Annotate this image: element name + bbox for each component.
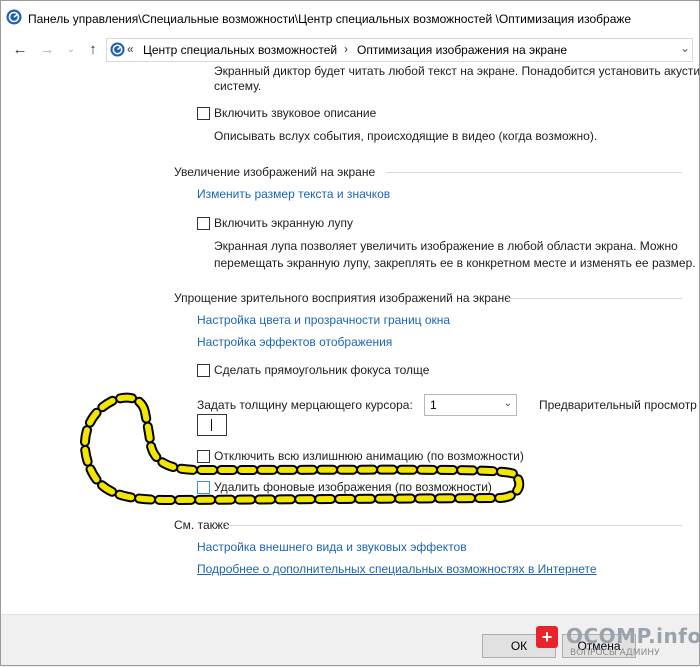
audio-description-label[interactable]: Включить звуковое описание	[214, 106, 376, 120]
breadcrumb-ease-of-access-center[interactable]: Центр специальных возможностей	[143, 43, 337, 57]
breadcrumb-separator[interactable]: ›	[344, 42, 348, 56]
cursor-thickness-value: 1	[430, 398, 437, 412]
chevron-down-icon[interactable]: ⌄	[680, 41, 690, 55]
breadcrumb-optimize-display[interactable]: Оптимизация изображения на экране	[357, 43, 567, 57]
section-see-also-header: См. также	[174, 518, 230, 532]
remove-background-label[interactable]: Удалить фоновые изображения (по возможно…	[214, 480, 492, 494]
watermark-logo: + OCOMP.info ВОПРОСЫ АДМИНУ	[536, 624, 700, 662]
focus-rectangle-label[interactable]: Сделать прямоугольник фокуса толще	[214, 363, 429, 377]
disable-animation-label[interactable]: Отключить всю излишнюю анимацию (по возм…	[214, 449, 524, 463]
cursor-thickness-label: Задать толщину мерцающего курсора:	[197, 398, 413, 412]
narrator-description-cont: систему.	[214, 79, 262, 93]
display-effects-link[interactable]: Настройка эффектов отображения	[197, 335, 392, 349]
title-bar: Панель управления\Специальные возможност…	[0, 0, 700, 36]
online-accessibility-link[interactable]: Подробнее о дополнительных специальных в…	[197, 562, 597, 576]
chevron-down-icon: ⌄	[503, 398, 512, 409]
plus-icon: +	[536, 626, 558, 648]
section-simplify-header: Упрощение зрительного восприятия изображ…	[174, 291, 511, 305]
focus-rectangle-checkbox[interactable]	[197, 364, 210, 377]
window-color-link[interactable]: Настройка цвета и прозрачности границ ок…	[197, 313, 450, 327]
text-cursor	[211, 419, 212, 431]
magnifier-checkbox[interactable]	[197, 217, 210, 230]
up-arrow-icon[interactable]: ↑	[84, 42, 102, 58]
recent-chevron-down-icon[interactable]: ⌄	[62, 42, 80, 58]
forward-arrow-icon[interactable]: →	[38, 42, 56, 58]
appearance-sounds-link[interactable]: Настройка внешнего вида и звуковых эффек…	[197, 540, 467, 554]
magnifier-description: Экранная лупа позволяет увеличить изобра…	[214, 239, 678, 253]
narrator-description: Экранный диктор будет читать любой текст…	[214, 64, 700, 78]
address-bar[interactable]: « Центр специальных возможностей › Оптим…	[106, 38, 693, 62]
breadcrumb-overflow[interactable]: «	[127, 42, 134, 56]
section-divider	[508, 298, 682, 299]
section-divider	[386, 172, 682, 173]
magnifier-description-cont: перемещать экранную лупу, закреплять ее …	[214, 256, 696, 270]
cursor-thickness-select[interactable]: 1 ⌄	[424, 394, 517, 416]
audio-description-checkbox[interactable]	[197, 107, 210, 120]
watermark-text: OCOMP.info	[566, 624, 700, 648]
window-title: Панель управления\Специальные возможност…	[28, 12, 632, 26]
section-divider	[226, 525, 682, 526]
remove-background-checkbox[interactable]	[197, 481, 210, 494]
ease-of-access-icon	[110, 42, 125, 60]
magnifier-label[interactable]: Включить экранную лупу	[214, 216, 353, 230]
disable-animation-checkbox[interactable]	[197, 450, 210, 463]
navigation-bar: ← → ⌄ ↑ « Центр специальных возможностей…	[0, 36, 700, 64]
cursor-preview-box	[197, 414, 227, 436]
back-arrow-icon[interactable]: ←	[11, 42, 29, 58]
section-magnify-header: Увеличение изображений на экране	[174, 165, 376, 179]
watermark-subtext: ВОПРОСЫ АДМИНУ	[570, 648, 660, 658]
audio-description-text: Описывать вслух события, происходящие в …	[214, 129, 598, 143]
ease-of-access-icon	[6, 9, 22, 28]
resize-text-link[interactable]: Изменить размер текста и значков	[197, 187, 390, 201]
preview-label: Предварительный просмотр	[539, 398, 697, 412]
